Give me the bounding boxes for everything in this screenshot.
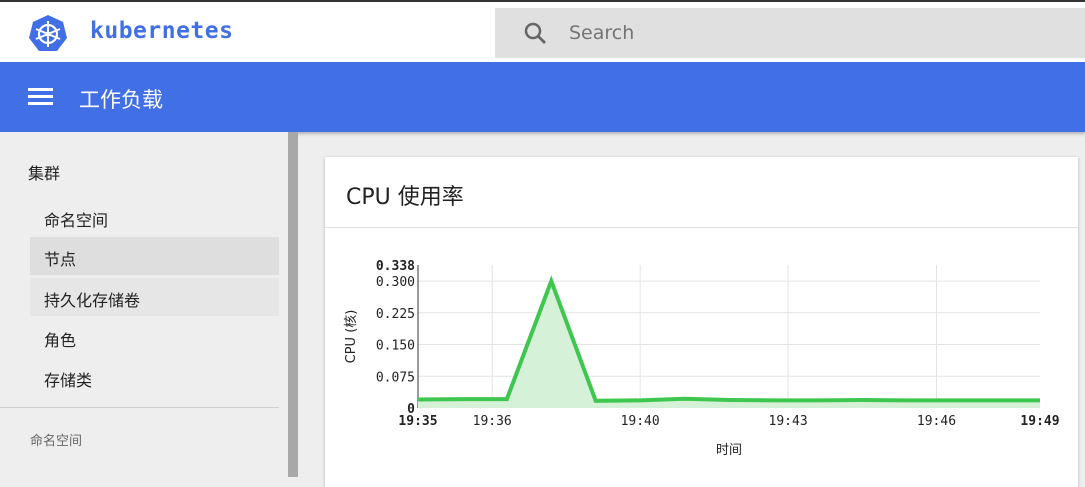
menu-icon[interactable]	[28, 86, 53, 106]
sidebar-item-nodes[interactable]: 节点	[30, 237, 279, 275]
sidebar-item-persistent-volumes[interactable]: 持久化存储卷	[30, 278, 279, 316]
cpu-usage-card: CPU 使用率 00.0750.1500.2250.3000.33819:351…	[325, 157, 1078, 487]
x-axis-label: 时间	[716, 443, 742, 458]
y-tick-label: 0.338	[376, 259, 415, 274]
search-icon	[523, 21, 547, 45]
sidebar-item-namespaces[interactable]: 命名空间	[30, 198, 279, 236]
sidebar-section-cluster: 集群	[28, 160, 60, 184]
brand-name[interactable]: kubernetes	[90, 18, 233, 44]
y-tick-label: 0.225	[376, 307, 415, 322]
y-axis-label: CPU (核)	[344, 310, 359, 364]
y-tick-label: 0.150	[376, 339, 415, 354]
search-bar[interactable]	[495, 8, 1085, 58]
sidebar-scrollbar[interactable]	[288, 132, 298, 477]
x-tick-label: 19:35	[398, 414, 437, 429]
search-input[interactable]	[569, 22, 1019, 44]
sidebar-divider	[0, 407, 279, 408]
series-line	[418, 281, 1040, 401]
x-tick-label: 19:43	[769, 414, 808, 429]
sidebar-item-storage-classes[interactable]: 存储类	[30, 358, 279, 396]
sidebar-item-roles[interactable]: 角色	[30, 318, 279, 356]
x-tick-label: 19:40	[621, 414, 660, 429]
namespace-section-label: 命名空间	[30, 430, 82, 449]
kubernetes-logo-icon[interactable]	[28, 14, 68, 54]
y-tick-label: 0.075	[376, 370, 415, 385]
y-tick-label: 0.300	[376, 275, 415, 290]
x-tick-label: 19:36	[473, 414, 512, 429]
sidebar: 集群 命名空间 节点 持久化存储卷 角色 存储类	[0, 132, 288, 477]
page-title: 工作负载	[79, 84, 163, 114]
x-tick-label: 19:46	[917, 414, 956, 429]
app-bar: 工作负载	[0, 62, 1085, 132]
x-tick-label: 19:49	[1020, 414, 1059, 429]
cpu-chart: 00.0750.1500.2250.3000.33819:3519:3619:4…	[325, 157, 1078, 477]
top-bar: kubernetes	[0, 0, 1085, 62]
